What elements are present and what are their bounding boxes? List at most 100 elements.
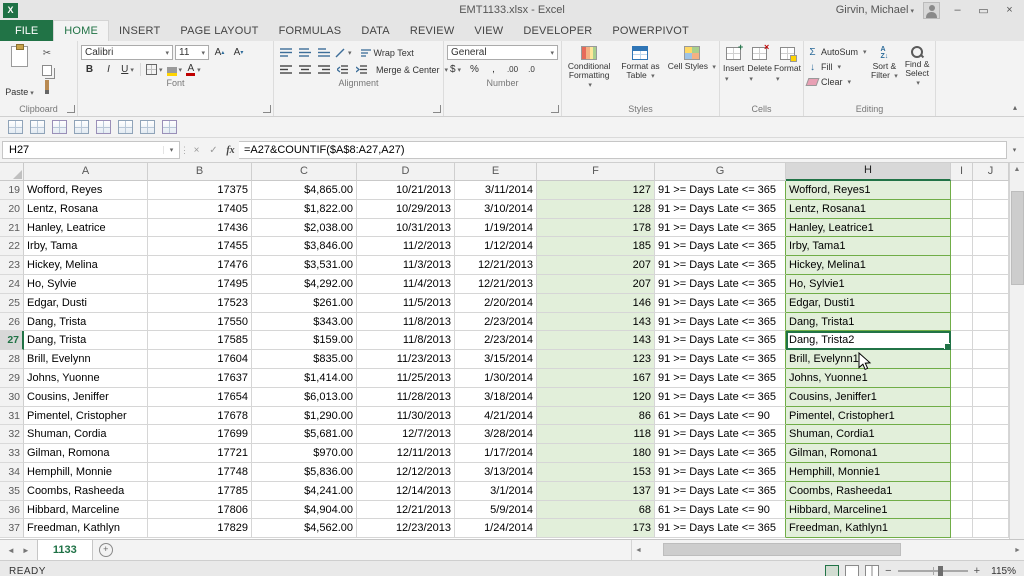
- alignment-dialog-launcher[interactable]: [433, 105, 441, 113]
- cell-B34[interactable]: 17748: [148, 463, 252, 482]
- row-header-29[interactable]: 29: [0, 369, 24, 388]
- insert-cells-button[interactable]: Insert ▾: [723, 43, 744, 83]
- cell-J37[interactable]: [973, 519, 1009, 538]
- cell-E35[interactable]: 3/1/2014: [455, 482, 537, 501]
- row-header-23[interactable]: 23: [0, 256, 24, 275]
- cell-J28[interactable]: [973, 350, 1009, 369]
- merge-center-button[interactable]: Merge & Center▾: [376, 65, 448, 75]
- number-format-select[interactable]: General▾: [447, 45, 558, 60]
- qat-icon[interactable]: [118, 120, 133, 134]
- row-header-35[interactable]: 35: [0, 482, 24, 501]
- cell-A29[interactable]: Johns, Yuonne: [24, 369, 148, 388]
- prev-sheet-button[interactable]: ◄: [7, 546, 15, 555]
- row-header-27[interactable]: 27: [0, 331, 24, 350]
- cell-I22[interactable]: [951, 237, 973, 256]
- tab-view[interactable]: VIEW: [464, 20, 513, 41]
- cell-A27[interactable]: Dang, Trista: [24, 331, 148, 350]
- cell-E26[interactable]: 2/23/2014: [455, 313, 537, 332]
- comma-style-button[interactable]: ,: [485, 62, 502, 77]
- row-header-19[interactable]: 19: [0, 181, 24, 200]
- fill-color-button[interactable]: ▾: [166, 62, 184, 77]
- cell-J23[interactable]: [973, 256, 1009, 275]
- minimize-button[interactable]: –: [949, 4, 966, 16]
- increase-decimal-button[interactable]: .00: [504, 62, 521, 77]
- row-header-34[interactable]: 34: [0, 463, 24, 482]
- column-header-D[interactable]: D: [357, 163, 455, 181]
- cell-C32[interactable]: $5,681.00: [252, 425, 357, 444]
- cell-G29[interactable]: 91 >= Days Late <= 365: [655, 369, 786, 388]
- orientation-button[interactable]: ▾: [334, 45, 353, 60]
- cell-G28[interactable]: 91 >= Days Late <= 365: [655, 350, 786, 369]
- cell-J32[interactable]: [973, 425, 1009, 444]
- format-cells-button[interactable]: Format ▾: [775, 43, 800, 83]
- row-header-25[interactable]: 25: [0, 294, 24, 313]
- cell-B31[interactable]: 17678: [148, 407, 252, 426]
- normal-view-button[interactable]: [825, 565, 839, 576]
- cell-A26[interactable]: Dang, Trista: [24, 313, 148, 332]
- cell-G24[interactable]: 91 >= Days Late <= 365: [655, 275, 786, 294]
- cell-J34[interactable]: [973, 463, 1009, 482]
- clipboard-dialog-launcher[interactable]: [67, 105, 75, 113]
- column-header-E[interactable]: E: [455, 163, 537, 181]
- cell-G27[interactable]: 91 >= Days Late <= 365: [655, 331, 786, 350]
- cell-E29[interactable]: 1/30/2014: [455, 369, 537, 388]
- cell-C20[interactable]: $1,822.00: [252, 200, 357, 219]
- cell-A28[interactable]: Brill, Evelynn: [24, 350, 148, 369]
- cut-button[interactable]: ✂: [39, 46, 55, 60]
- cell-H21[interactable]: Hanley, Leatrice1: [786, 219, 951, 238]
- chevron-down-icon[interactable]: ▾: [163, 146, 179, 154]
- cell-H34[interactable]: Hemphill, Monnie1: [786, 463, 951, 482]
- cell-J36[interactable]: [973, 501, 1009, 520]
- cell-G21[interactable]: 91 >= Days Late <= 365: [655, 219, 786, 238]
- cell-H26[interactable]: Dang, Trista1: [786, 313, 951, 332]
- cell-C24[interactable]: $4,292.00: [252, 275, 357, 294]
- percent-style-button[interactable]: %: [466, 62, 483, 77]
- row-header-28[interactable]: 28: [0, 350, 24, 369]
- cell-J20[interactable]: [973, 200, 1009, 219]
- align-left-button[interactable]: [277, 62, 294, 77]
- qat-icon[interactable]: [8, 120, 23, 134]
- cell-G30[interactable]: 91 >= Days Late <= 365: [655, 388, 786, 407]
- cell-B24[interactable]: 17495: [148, 275, 252, 294]
- cell-H28[interactable]: Brill, Evelynn1: [786, 350, 951, 369]
- cell-D24[interactable]: 11/4/2013: [357, 275, 455, 294]
- increase-font-button[interactable]: A▴: [211, 45, 228, 60]
- cell-J35[interactable]: [973, 482, 1009, 501]
- cell-F32[interactable]: 118: [537, 425, 655, 444]
- borders-button[interactable]: ▾: [145, 62, 164, 77]
- cell-H31[interactable]: Pimentel, Cristopher1: [786, 407, 951, 426]
- cell-G32[interactable]: 91 >= Days Late <= 365: [655, 425, 786, 444]
- font-color-button[interactable]: A▾: [185, 62, 202, 77]
- cell-G37[interactable]: 91 >= Days Late <= 365: [655, 519, 786, 538]
- cell-E34[interactable]: 3/13/2014: [455, 463, 537, 482]
- zoom-level[interactable]: 115%: [986, 566, 1016, 576]
- tab-page-layout[interactable]: PAGE LAYOUT: [170, 20, 268, 41]
- cell-C35[interactable]: $4,241.00: [252, 482, 357, 501]
- tab-formulas[interactable]: FORMULAS: [269, 20, 352, 41]
- qat-icon[interactable]: [140, 120, 155, 134]
- cell-F35[interactable]: 137: [537, 482, 655, 501]
- fill-handle[interactable]: [944, 343, 951, 350]
- copy-button[interactable]: [39, 63, 55, 77]
- cell-H29[interactable]: Johns, Yuonne1: [786, 369, 951, 388]
- cell-I30[interactable]: [951, 388, 973, 407]
- cell-F34[interactable]: 153: [537, 463, 655, 482]
- cell-I32[interactable]: [951, 425, 973, 444]
- cell-C36[interactable]: $4,904.00: [252, 501, 357, 520]
- cell-E33[interactable]: 1/17/2014: [455, 444, 537, 463]
- column-header-J[interactable]: J: [973, 163, 1009, 181]
- cell-F21[interactable]: 178: [537, 219, 655, 238]
- restore-button[interactable]: ▭: [975, 4, 992, 17]
- cell-G19[interactable]: 91 >= Days Late <= 365: [655, 181, 786, 200]
- cell-B32[interactable]: 17699: [148, 425, 252, 444]
- cell-D35[interactable]: 12/14/2013: [357, 482, 455, 501]
- cell-B19[interactable]: 17375: [148, 181, 252, 200]
- cell-G23[interactable]: 91 >= Days Late <= 365: [655, 256, 786, 275]
- column-header-H[interactable]: H: [786, 163, 951, 181]
- cell-F30[interactable]: 120: [537, 388, 655, 407]
- cell-H19[interactable]: Wofford, Reyes1: [786, 181, 951, 200]
- cell-H23[interactable]: Hickey, Melina1: [786, 256, 951, 275]
- cell-J30[interactable]: [973, 388, 1009, 407]
- cell-H33[interactable]: Gilman, Romona1: [786, 444, 951, 463]
- cell-H35[interactable]: Coombs, Rasheeda1: [786, 482, 951, 501]
